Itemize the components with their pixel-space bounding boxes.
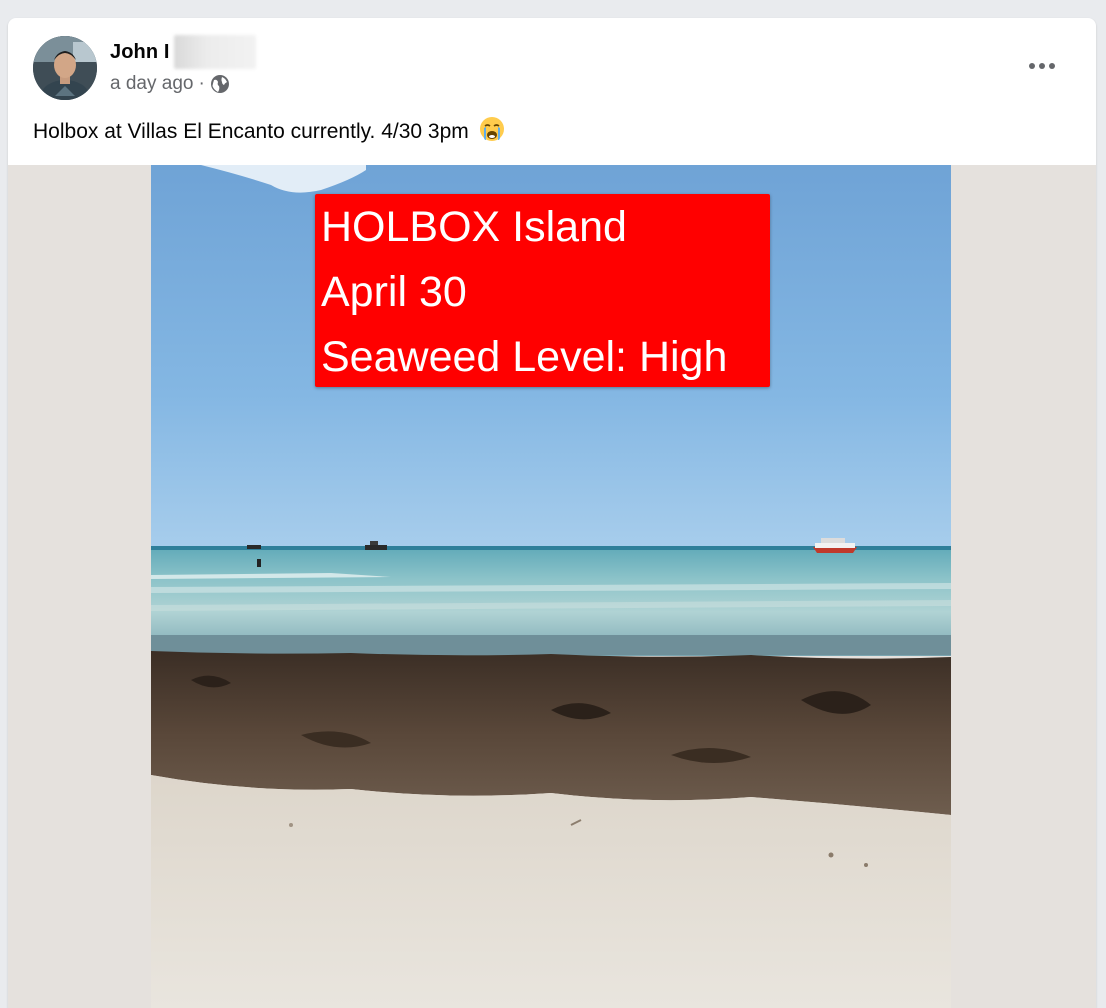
overlay-date: April 30 [321, 268, 467, 316]
post-header: John I a day ago · [8, 18, 1096, 108]
more-horizontal-icon [1029, 63, 1055, 69]
crying-face-emoji [479, 116, 505, 142]
overlay-location: HOLBOX Island [321, 203, 627, 251]
avatar-photo [33, 36, 97, 100]
post-card: John I a day ago · Holbox at Villas El E… [8, 18, 1096, 1008]
author-name[interactable]: John I [110, 41, 170, 64]
meta-separator: · [198, 73, 205, 94]
seaweed-report-overlay: HOLBOX Island April 30 Seaweed Level: Hi… [315, 194, 770, 387]
more-options-button[interactable] [1024, 48, 1060, 84]
author-avatar[interactable] [33, 36, 97, 100]
post-timestamp[interactable]: a day ago [110, 73, 193, 95]
globe-icon[interactable] [210, 74, 230, 94]
post-meta: a day ago · [110, 73, 230, 95]
post-message: Holbox at Villas El Encanto currently. 4… [33, 120, 469, 143]
post-text: Holbox at Villas El Encanto currently. 4… [33, 116, 505, 144]
post-photo[interactable]: HOLBOX Island April 30 Seaweed Level: Hi… [151, 165, 951, 1008]
overlay-seaweed-level: Seaweed Level: High [321, 333, 728, 381]
post-media: HOLBOX Island April 30 Seaweed Level: Hi… [8, 165, 1096, 1008]
redacted-name-blur [173, 35, 256, 69]
author-row: John I [110, 35, 256, 69]
